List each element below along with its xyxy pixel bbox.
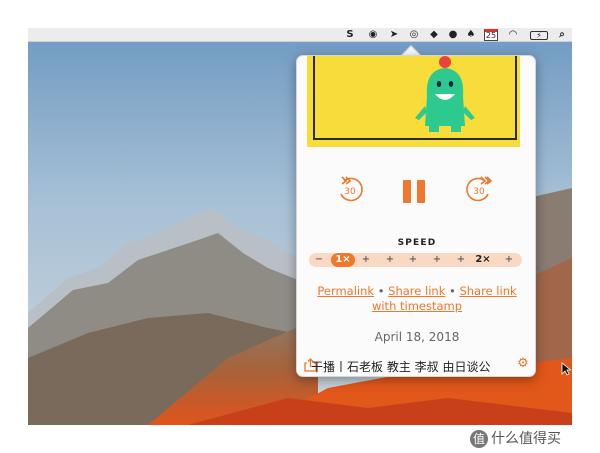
watermark-badge: 值 xyxy=(470,430,488,448)
watermark: 值什么值得买 xyxy=(470,428,561,448)
speed-step[interactable]: + xyxy=(356,253,376,267)
evernote-icon[interactable]: ♠ xyxy=(465,29,477,41)
speed-label: SPEED xyxy=(397,238,437,248)
link-separator: • xyxy=(377,284,385,298)
spotlight-icon[interactable]: ⌕ xyxy=(556,29,568,41)
speed-2x-mark[interactable]: 2× xyxy=(473,253,493,267)
speed-step[interactable]: + xyxy=(403,253,423,267)
airplay-icon[interactable]: ◎ xyxy=(408,29,420,41)
skip-forward-button[interactable]: 30 xyxy=(464,174,494,204)
speed-step[interactable]: + xyxy=(451,253,471,267)
skip-back-seconds: 30 xyxy=(344,187,356,197)
calendar-icon[interactable]: 25 xyxy=(484,29,498,41)
speed-decrease[interactable]: − xyxy=(309,253,329,267)
dropbox-icon[interactable]: ◆ xyxy=(428,29,440,41)
share-links: Permalink • Share link • Share link with… xyxy=(309,284,525,314)
share-link[interactable]: Share link xyxy=(388,284,445,298)
skip-back-button[interactable]: 30 xyxy=(335,174,365,204)
playback-controls: 30 30 xyxy=(297,174,535,210)
wechat-icon[interactable]: ◉ xyxy=(366,29,380,41)
telegram-icon[interactable]: ➤ xyxy=(388,29,400,41)
speed-step[interactable]: + xyxy=(427,253,447,267)
app-icon[interactable]: ● xyxy=(447,29,459,41)
wifi-icon[interactable]: ◠ xyxy=(506,29,520,41)
scrivener-icon[interactable]: S xyxy=(344,29,356,41)
speed-increase[interactable]: + xyxy=(499,253,519,267)
menu-bar: S ◉ ➤ ◎ ◆ ● ♠ 25 ◠ ⚡ ⌕ xyxy=(28,28,572,42)
watermark-text: 什么值得买 xyxy=(491,431,561,447)
pause-bar-right xyxy=(417,180,425,203)
speed-current-knob[interactable]: 1× xyxy=(331,253,355,267)
episode-date: April 18, 2018 xyxy=(374,330,460,344)
speed-step[interactable]: + xyxy=(380,253,400,267)
skip-forward-icon: 30 xyxy=(466,176,493,202)
link-separator: • xyxy=(449,284,456,298)
pause-button[interactable] xyxy=(402,180,426,204)
speed-slider[interactable]: − 1× + + + + + 2× + xyxy=(309,253,522,267)
skip-back-icon: 30 xyxy=(340,176,363,202)
permalink-link[interactable]: Permalink xyxy=(317,284,374,298)
battery-icon[interactable]: ⚡ xyxy=(530,31,548,40)
podcast-player-popover: 30 30 SPEED − 1× + + + + + 2× + Permalin xyxy=(296,55,536,377)
skip-forward-seconds: 30 xyxy=(473,187,485,197)
green-monster-illustration xyxy=(415,56,475,132)
player-footer: 干播丨石老板 教主 李叔 由日谈公 ⚙ xyxy=(297,356,535,376)
pause-bar-left xyxy=(403,180,411,203)
episode-artwork xyxy=(307,56,520,147)
podcast-title[interactable]: 干播丨石老板 教主 李叔 由日谈公 xyxy=(311,360,511,374)
gear-icon[interactable]: ⚙ xyxy=(516,357,530,371)
mouse-cursor-icon xyxy=(561,362,571,376)
